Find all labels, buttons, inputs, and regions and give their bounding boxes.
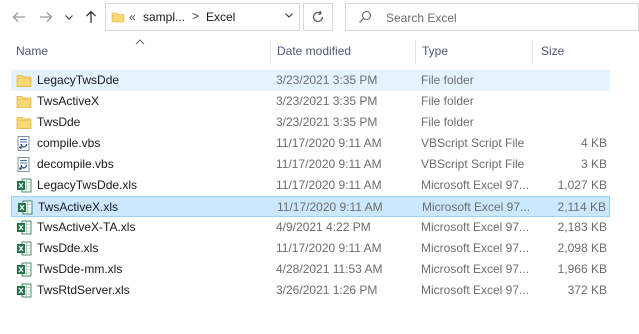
folder-icon xyxy=(111,12,125,23)
excel-file-icon xyxy=(16,283,32,298)
arrow-right-icon xyxy=(40,12,53,22)
file-type: Microsoft Excel 97... xyxy=(421,220,530,234)
file-size: 1,966 KB xyxy=(557,262,607,276)
recent-locations-button[interactable] xyxy=(62,8,76,26)
file-row[interactable]: TwsDde-mm.xls 4/28/2021 11:53 AM Microsoft… xyxy=(11,259,610,280)
file-row[interactable]: TwsActiveX-TA.xls 4/9/2021 4:22 PM Microso… xyxy=(11,217,610,238)
file-date-modified: 11/17/2020 9:11 AM xyxy=(276,136,382,150)
file-row[interactable]: TwsActiveX.xls 11/17/2020 9:11 AM Microsof… xyxy=(11,196,610,217)
column-size[interactable]: Size xyxy=(541,44,564,58)
file-name: LegacyTwsDde.xls xyxy=(37,178,138,192)
file-size: 4 KB xyxy=(580,136,607,150)
file-size: 372 KB xyxy=(567,283,607,297)
file-row[interactable]: LegacyTwsDde.xls 11/17/2020 9:11 AM Micros… xyxy=(11,175,610,196)
file-date-modified: 3/23/2021 3:35 PM xyxy=(276,73,378,87)
file-date-modified: 11/17/2020 9:11 AM xyxy=(276,241,382,255)
file-name: TwsActiveX-TA.xls xyxy=(37,220,136,234)
excel-file-icon xyxy=(17,200,33,215)
file-size: 2,098 KB xyxy=(557,241,607,255)
address-overflow[interactable]: « xyxy=(129,10,136,24)
column-divider[interactable] xyxy=(532,40,533,64)
file-type: VBScript Script File xyxy=(421,157,525,171)
back-button[interactable] xyxy=(10,8,28,26)
file-size: 2,183 KB xyxy=(557,220,607,234)
sort-ascending-icon xyxy=(135,37,145,48)
file-row[interactable]: compile.vbs 11/17/2020 9:11 AM VBScript Sc… xyxy=(11,133,610,154)
file-date-modified: 11/17/2020 9:11 AM xyxy=(277,200,383,214)
breadcrumb-separator[interactable]: > xyxy=(192,9,199,23)
arrow-up-icon xyxy=(86,10,96,23)
file-size: 3 KB xyxy=(580,157,607,171)
file-name: LegacyTwsDde xyxy=(37,73,120,87)
address-bar[interactable]: « sampl... > Excel xyxy=(105,3,300,31)
file-date-modified: 4/28/2021 11:53 AM xyxy=(276,262,383,276)
file-type: VBScript Script File xyxy=(421,136,525,150)
file-row[interactable]: TwsDde 3/23/2021 3:35 PM File folder xyxy=(11,112,610,133)
file-row[interactable]: LegacyTwsDde 3/23/2021 3:35 PM File folder xyxy=(11,70,610,91)
file-type: Microsoft Excel 97... xyxy=(421,241,530,255)
file-name: TwsActiveX.xls xyxy=(38,200,119,214)
breadcrumb-samples[interactable]: sampl... xyxy=(143,10,185,24)
excel-file-icon xyxy=(16,220,32,235)
navigation-toolbar: « sampl... > Excel Search Excel xyxy=(0,0,639,36)
file-name: TwsDde.xls xyxy=(37,241,99,255)
folder-icon xyxy=(16,115,32,130)
folder-icon xyxy=(16,94,32,109)
file-name: TwsDde-mm.xls xyxy=(37,262,123,276)
search-input[interactable]: Search Excel xyxy=(386,11,457,25)
file-size: 2,114 KB xyxy=(557,200,606,214)
folder-icon xyxy=(16,73,32,88)
file-row[interactable]: TwsRtdServer.xls 3/26/2021 1:26 PM Microso… xyxy=(11,280,610,301)
file-name: TwsRtdServer.xls xyxy=(37,283,130,297)
chevron-down-icon xyxy=(285,13,293,18)
file-size: 1,027 KB xyxy=(557,178,607,192)
file-date-modified: 3/26/2021 1:26 PM xyxy=(276,283,378,297)
column-type[interactable]: Type xyxy=(422,44,448,58)
file-type: File folder xyxy=(421,73,474,87)
excel-file-icon xyxy=(16,262,32,277)
excel-file-icon xyxy=(16,178,32,193)
column-divider[interactable] xyxy=(270,40,271,64)
up-button[interactable] xyxy=(82,8,100,26)
file-type: Microsoft Excel 97... xyxy=(421,262,530,276)
file-type: Microsoft Excel 97... xyxy=(422,200,531,214)
forward-button[interactable] xyxy=(37,8,55,26)
file-date-modified: 11/17/2020 9:11 AM xyxy=(276,178,382,192)
vbs-file-icon xyxy=(16,136,32,151)
file-row[interactable]: TwsActiveX 3/23/2021 3:35 PM File folder xyxy=(11,91,610,112)
column-date-modified[interactable]: Date modified xyxy=(277,44,351,58)
search-icon xyxy=(359,10,372,23)
file-name: compile.vbs xyxy=(37,136,101,150)
excel-file-icon xyxy=(16,241,32,256)
arrow-left-icon xyxy=(12,12,25,22)
vbs-file-icon xyxy=(16,157,32,172)
column-divider[interactable] xyxy=(415,40,416,64)
file-date-modified: 3/23/2021 3:35 PM xyxy=(276,94,378,108)
refresh-icon xyxy=(312,10,324,23)
file-date-modified: 3/23/2021 3:35 PM xyxy=(276,115,378,129)
file-type: Microsoft Excel 97... xyxy=(421,283,530,297)
file-name: TwsActiveX xyxy=(37,94,100,108)
file-date-modified: 11/17/2020 9:11 AM xyxy=(276,157,382,171)
refresh-button[interactable] xyxy=(303,3,333,31)
address-history-dropdown[interactable] xyxy=(284,10,294,23)
file-type: File folder xyxy=(421,94,474,108)
breadcrumb-excel[interactable]: Excel xyxy=(206,10,235,24)
file-row[interactable]: decompile.vbs 11/17/2020 9:11 AM VBScript … xyxy=(11,154,610,175)
file-type: File folder xyxy=(421,115,474,129)
column-header: Name Date modified Type Size xyxy=(0,38,639,64)
file-name: TwsDde xyxy=(37,115,81,129)
file-row[interactable]: TwsDde.xls 11/17/2020 9:11 AM Microsoft Ex… xyxy=(11,238,610,259)
file-date-modified: 4/9/2021 4:22 PM xyxy=(276,220,371,234)
column-name[interactable]: Name xyxy=(16,44,48,58)
file-type: Microsoft Excel 97... xyxy=(421,178,530,192)
file-name: decompile.vbs xyxy=(37,157,114,171)
search-box[interactable]: Search Excel xyxy=(345,3,639,31)
chevron-down-icon xyxy=(65,15,73,20)
